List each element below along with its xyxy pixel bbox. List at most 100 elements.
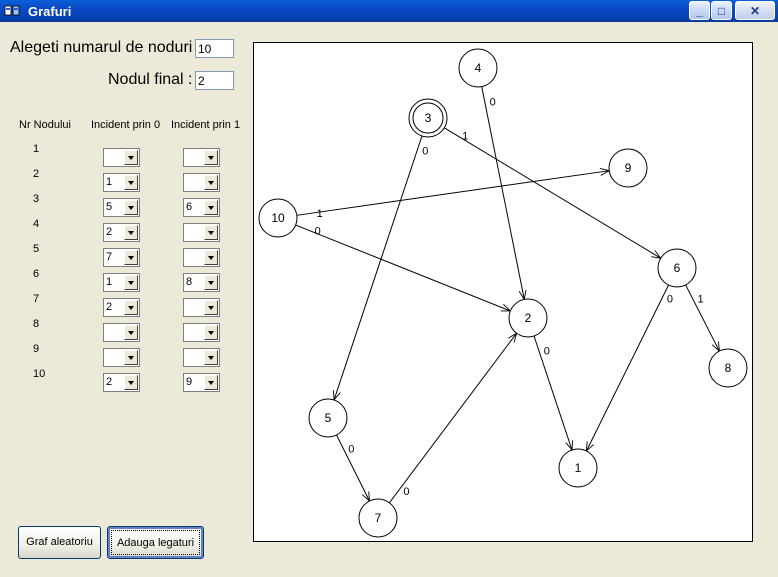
incident-0-select-value: 2 [106, 226, 113, 238]
app-icon [4, 5, 20, 16]
add-links-button-label: Adauga legaturi [111, 530, 200, 555]
edge-10-9 [296, 171, 609, 216]
node-label: 7 [375, 511, 382, 525]
graph-node-4[interactable]: 4 [458, 48, 498, 88]
row-node-number: 4 [33, 218, 40, 230]
edge-label: 0 [315, 226, 321, 238]
edge-4-2 [481, 86, 525, 300]
title-bar[interactable]: Grafuri _ □ ✕ [0, 0, 778, 22]
row-node-number: 1 [33, 143, 40, 155]
dropdown-arrow-icon[interactable] [124, 175, 138, 190]
incident-0-select[interactable] [103, 148, 140, 167]
incident-0-select[interactable]: 2 [103, 298, 140, 317]
incident-0-select[interactable]: 2 [103, 373, 140, 392]
dropdown-arrow-icon[interactable] [204, 225, 218, 240]
maximize-icon: □ [717, 4, 726, 18]
close-icon: ✕ [749, 4, 761, 18]
dropdown-arrow-icon[interactable] [124, 350, 138, 365]
node-label: 10 [271, 211, 285, 225]
node-label: 9 [625, 161, 632, 175]
edge-label: 0 [348, 443, 354, 455]
incident-1-select-value: 8 [186, 276, 193, 288]
incident-0-select-value: 2 [106, 376, 113, 388]
random-graph-button[interactable]: Graf aleatoriu [18, 526, 101, 559]
graph-node-9[interactable]: 9 [608, 148, 648, 188]
incident-1-select[interactable] [183, 173, 220, 192]
final-node-input[interactable] [195, 71, 234, 90]
edge-label: 0 [422, 145, 428, 157]
num-nodes-input[interactable] [195, 39, 234, 58]
edge-label: 0 [544, 345, 550, 357]
dropdown-arrow-icon[interactable] [124, 200, 138, 215]
dropdown-arrow-icon[interactable] [204, 300, 218, 315]
dropdown-arrow-icon[interactable] [204, 175, 218, 190]
graph-node-6[interactable]: 6 [657, 248, 697, 288]
edge-label: 0 [490, 96, 496, 108]
incident-0-select-value: 7 [106, 251, 113, 263]
maximize-button[interactable]: □ [711, 1, 732, 20]
incident-1-select-value: 9 [186, 376, 193, 388]
add-links-button[interactable]: Adauga legaturi [107, 526, 204, 559]
node-label: 4 [475, 61, 482, 75]
incident-1-select-value: 6 [186, 201, 193, 213]
row-node-number: 2 [33, 168, 40, 180]
minimize-icon: _ [696, 4, 703, 18]
graph-canvas[interactable]: 0 0 1 0 0 0 1 0 0 1 1 2 3 4 5 6 7 8 9 10 [253, 42, 753, 542]
incident-0-select[interactable]: 1 [103, 273, 140, 292]
window-title: Grafuri [28, 4, 72, 19]
minimize-button[interactable]: _ [689, 1, 710, 20]
header-incident-1: Incident prin 1 [171, 119, 241, 131]
incident-1-select[interactable] [183, 223, 220, 242]
final-node-label: Nodul final : [108, 71, 193, 88]
dropdown-arrow-icon[interactable] [204, 275, 218, 290]
node-label: 3 [425, 111, 432, 125]
graph-node-5[interactable]: 5 [308, 398, 348, 438]
dropdown-arrow-icon[interactable] [204, 375, 218, 390]
incident-0-select[interactable]: 2 [103, 223, 140, 242]
edge-label: 1 [697, 293, 703, 305]
graph-node-2[interactable]: 2 [508, 298, 548, 338]
dropdown-arrow-icon[interactable] [124, 250, 138, 265]
incident-0-select[interactable]: 5 [103, 198, 140, 217]
graph-diagram: 001000 100112345678910 [258, 48, 748, 538]
incident-0-select-value: 5 [106, 201, 113, 213]
node-label: 2 [525, 311, 532, 325]
graph-node-3[interactable]: 3 [408, 98, 448, 138]
dropdown-arrow-icon[interactable] [124, 375, 138, 390]
edge-label: 1 [462, 131, 468, 143]
incident-0-select[interactable]: 7 [103, 248, 140, 267]
incident-0-select[interactable] [103, 323, 140, 342]
incident-0-select[interactable]: 1 [103, 173, 140, 192]
incident-1-select[interactable]: 8 [183, 273, 220, 292]
dropdown-arrow-icon[interactable] [204, 200, 218, 215]
main-panel: Alegeti numarul de noduri Nodul final : … [0, 22, 778, 577]
dropdown-arrow-icon[interactable] [204, 350, 218, 365]
dropdown-arrow-icon[interactable] [204, 250, 218, 265]
row-node-number: 3 [33, 193, 40, 205]
graph-node-10[interactable]: 10 [258, 198, 298, 238]
incident-1-select[interactable]: 6 [183, 198, 220, 217]
incident-1-select[interactable] [183, 348, 220, 367]
row-node-number: 8 [33, 318, 40, 330]
dropdown-arrow-icon[interactable] [124, 225, 138, 240]
graph-node-8[interactable]: 8 [708, 348, 748, 388]
graph-node-1[interactable]: 1 [558, 448, 598, 488]
dropdown-arrow-icon[interactable] [204, 325, 218, 340]
dropdown-arrow-icon[interactable] [124, 275, 138, 290]
row-node-number: 6 [33, 268, 40, 280]
dropdown-arrow-icon[interactable] [124, 150, 138, 165]
incident-1-select[interactable] [183, 323, 220, 342]
dropdown-arrow-icon[interactable] [124, 300, 138, 315]
incident-0-select[interactable] [103, 348, 140, 367]
incident-1-select[interactable] [183, 248, 220, 267]
incident-1-select[interactable]: 9 [183, 373, 220, 392]
close-button[interactable]: ✕ [735, 1, 775, 20]
incident-1-select[interactable] [183, 298, 220, 317]
header-incident-0: Incident prin 0 [91, 119, 161, 131]
dropdown-arrow-icon[interactable] [124, 325, 138, 340]
row-node-number: 5 [33, 243, 40, 255]
dropdown-arrow-icon[interactable] [204, 150, 218, 165]
graph-node-7[interactable]: 7 [358, 498, 398, 538]
edge-2-1 [533, 335, 572, 450]
incident-1-select[interactable] [183, 148, 220, 167]
